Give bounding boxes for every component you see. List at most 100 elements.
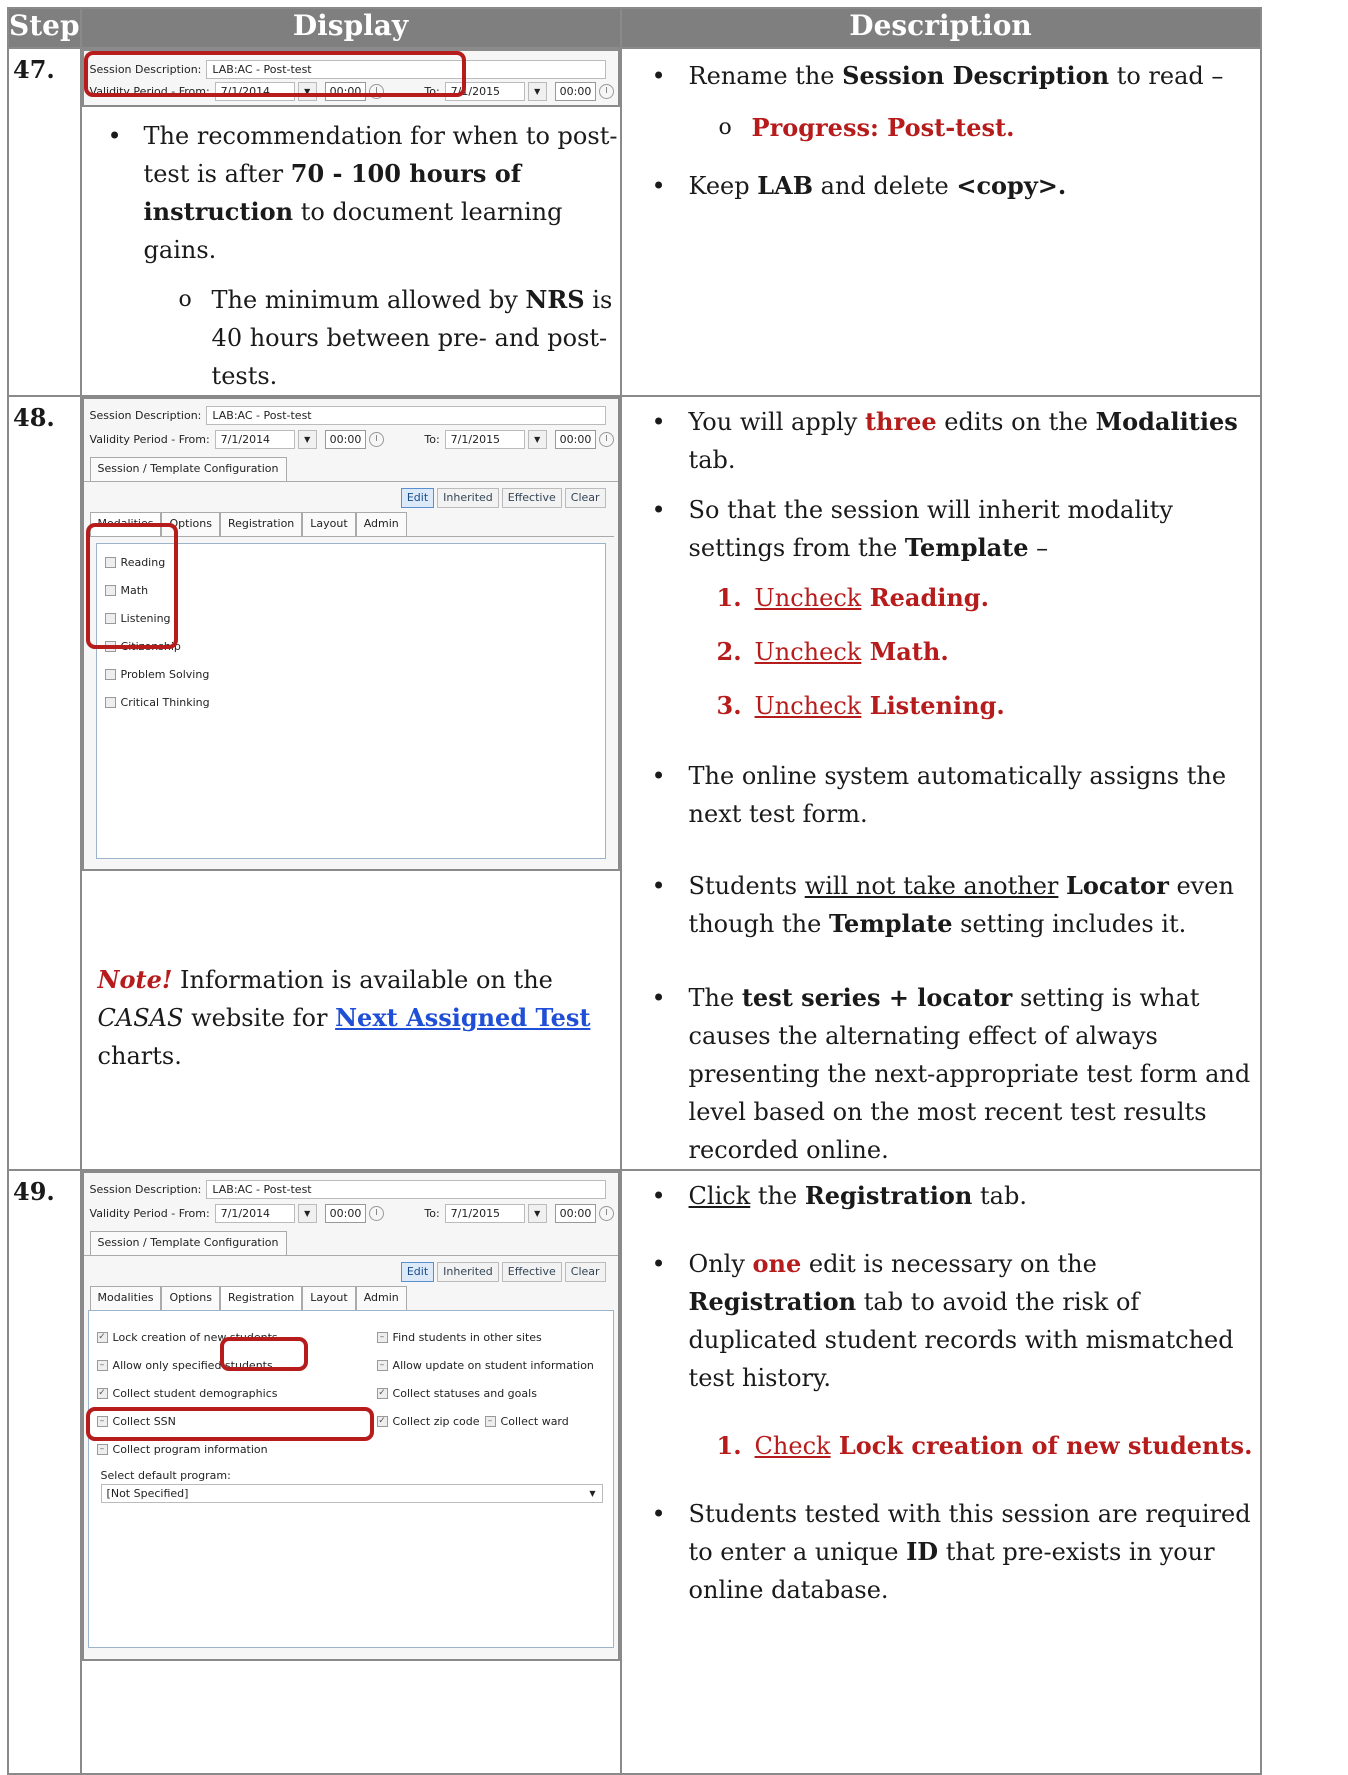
step-number: 49. [7,1169,82,1775]
session-description-field[interactable]: LAB:AC - Post-test [206,1179,607,1199]
desc-bullet: Keep LAB and delete <copy>. [622,167,1260,205]
highlight-box [85,1407,374,1441]
checkbox-collect-demographics[interactable]: ✓ Collect student demographics [89,1379,369,1407]
tab-options[interactable]: Options [161,1286,220,1310]
effective-button[interactable]: Effective [501,488,562,508]
from-date-field[interactable]: 7/1/2014 [214,429,295,449]
numbered-item: 1. Uncheck Reading. [716,583,989,612]
desc-bullet: So that the session will inherit modalit… [622,491,1260,567]
display-sub-bullet: The minimum allowed by NRS is 40 hours b… [82,281,620,395]
desc-sub-bullet: Progress: Post-test. [622,109,1260,147]
chevron-down-icon[interactable]: ▼ [527,81,547,101]
clock-icon [599,83,615,99]
clock-icon [599,431,615,447]
tab-session-template-config[interactable]: Session / Template Configuration [89,457,287,481]
desc-bullet: Students tested with this session are re… [622,1495,1260,1609]
clear-button[interactable]: Clear [564,1262,606,1282]
clock-icon [369,1205,385,1221]
numbered-item: 1. Check Lock creation of new students. [716,1431,1253,1460]
next-assigned-test-link[interactable]: Next Assigned Test [335,1003,590,1032]
registration-panel: ✓ Lock creation of new students – Allow on… [87,1310,614,1648]
checkbox-collect-zip[interactable]: ✓ Collect zip code – Collect ward [369,1407,594,1435]
checkbox-critical-thinking[interactable]: Critical Thinking [97,688,605,716]
checkbox-checked-icon[interactable]: ✓ [376,1387,388,1399]
instruction-table: Step Display Description 47. Session Des… [7,7,1262,1775]
session-description-field[interactable]: LAB:AC - Post-test [206,405,607,425]
from-time-field[interactable]: 00:00 [324,1203,367,1223]
checkbox-indeterminate-icon[interactable]: – [376,1359,388,1371]
checkbox-icon[interactable] [104,696,116,708]
effective-button[interactable]: Effective [501,1262,562,1282]
tab-modalities[interactable]: Modalities [89,1286,162,1310]
clear-button[interactable]: Clear [564,488,606,508]
checkbox-indeterminate-icon[interactable]: – [376,1331,388,1343]
collect-ward-label: Collect ward [500,1414,569,1428]
screenshot-modalities: Session Description: LAB:AC - Post-test … [81,397,620,871]
checkbox-find-students[interactable]: – Find students in other sites [369,1323,594,1351]
chevron-down-icon[interactable]: ▼ [589,1485,595,1502]
checkbox-icon[interactable] [104,668,116,680]
highlight-box [83,51,466,97]
tab-layout[interactable]: Layout [302,512,356,536]
chevron-down-icon[interactable]: ▼ [297,429,317,449]
edit-button[interactable]: Edit [400,1262,435,1282]
checkbox-checked-icon[interactable]: ✓ [96,1387,108,1399]
tab-session-template-config[interactable]: Session / Template Configuration [89,1231,287,1255]
clock-icon [599,1205,615,1221]
session-description-label: Session Description: [89,1182,202,1196]
screenshot-registration: Session Description: LAB:AC - Post-test … [81,1171,620,1661]
default-program-select[interactable]: [Not Specified] ▼ [100,1484,603,1503]
header-step: Step [7,7,82,49]
chevron-down-icon[interactable]: ▼ [297,1203,317,1223]
to-time-field[interactable]: 00:00 [554,1203,597,1223]
step-number: 47. [7,47,82,397]
display-bullet: The recommendation for when to post-test… [82,117,620,269]
validity-label: Validity Period - From: [89,432,210,446]
checkbox-allow-update[interactable]: – Allow update on student information [369,1351,594,1379]
inherited-button[interactable]: Inherited [437,488,499,508]
header-display: Display [79,7,622,49]
desc-bullet: Only one edit is necessary on the Regist… [622,1245,1260,1397]
checkbox-indeterminate-icon[interactable]: – [484,1415,496,1427]
session-description-label: Session Description: [89,408,202,422]
to-label: To: [424,432,440,446]
desc-bullet: The test series + locator setting is wha… [622,979,1260,1169]
desc-bullet: The online system automatically assigns … [622,757,1260,833]
inherited-button[interactable]: Inherited [437,1262,499,1282]
to-date-field[interactable]: 7/1/2015 [444,429,525,449]
tab-layout[interactable]: Layout [302,1286,356,1310]
desc-bullet: You will apply three edits on the Modali… [622,403,1260,479]
to-label: To: [424,1206,440,1220]
checkbox-checked-icon[interactable]: ✓ [96,1331,108,1343]
chevron-down-icon[interactable]: ▼ [527,429,547,449]
tab-admin[interactable]: Admin [355,1286,407,1310]
checkbox-checked-icon[interactable]: ✓ [376,1415,388,1427]
desc-bullet: Students will not take another Locator e… [622,867,1260,943]
checkbox-collect-statuses[interactable]: ✓ Collect statuses and goals [369,1379,594,1407]
numbered-item: 2. Uncheck Math. [716,637,949,666]
screenshot-session-header: Session Description: LAB:AC - Post-test … [81,49,620,107]
note-text: Note! Information is available on the CA… [97,965,591,1070]
to-date-field[interactable]: 7/1/2015 [444,1203,525,1223]
numbered-item: 3. Uncheck Listening. [716,691,1005,720]
to-time-field[interactable]: 00:00 [554,429,597,449]
from-time-field[interactable]: 00:00 [324,429,367,449]
program-label: Select default program: [100,1469,231,1482]
desc-bullet: Click the Registration tab. [622,1177,1260,1215]
tab-registration[interactable]: Registration [219,512,303,536]
tab-registration[interactable]: Registration [219,1286,303,1310]
header-description: Description [619,7,1262,49]
checkbox-indeterminate-icon[interactable]: – [96,1443,108,1455]
checkbox-indeterminate-icon[interactable]: – [96,1359,108,1371]
clock-icon [369,431,385,447]
step-number: 48. [7,395,82,1171]
tab-admin[interactable]: Admin [355,512,407,536]
edit-button[interactable]: Edit [400,488,435,508]
to-time-field[interactable]: 00:00 [554,81,597,101]
chevron-down-icon[interactable]: ▼ [527,1203,547,1223]
validity-label: Validity Period - From: [89,1206,210,1220]
checkbox-problem-solving[interactable]: Problem Solving [97,660,605,688]
from-date-field[interactable]: 7/1/2014 [214,1203,295,1223]
desc-bullet: Rename the Session Description to read – [622,57,1260,95]
highlight-box [85,523,178,649]
